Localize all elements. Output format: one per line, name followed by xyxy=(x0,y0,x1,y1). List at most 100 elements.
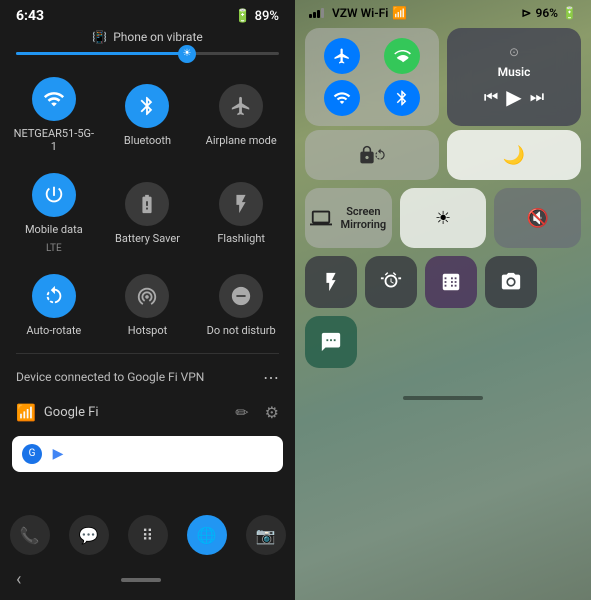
autorotate-label: Auto-rotate xyxy=(26,324,81,337)
android-status-right: 🔋 89% xyxy=(234,9,279,24)
ios-control-center: ⊙ Music ⏮ ▶ ⏭ xyxy=(295,24,591,130)
chrome-icon[interactable]: 🌐 xyxy=(187,515,227,555)
rewind-btn[interactable]: ⏮ xyxy=(484,87,498,107)
signal-bar-3 xyxy=(317,10,320,18)
signal-bar-4 xyxy=(321,8,324,18)
battery-saver-label: Battery Saver xyxy=(115,232,180,245)
bluetooth-label: Bluetooth xyxy=(124,134,171,147)
battery-level: 89% xyxy=(255,9,279,24)
screen-mirroring-btn[interactable]: ScreenMirroring xyxy=(305,188,392,248)
music-title: Music xyxy=(498,65,531,79)
ios-battery: 96% xyxy=(535,6,558,20)
apps-icon[interactable]: ⠿ xyxy=(128,515,168,555)
battery-icon: 🔋 xyxy=(234,9,250,24)
mobile-label: Mobile data xyxy=(25,223,83,236)
music-controls: ⏮ ▶ ⏭ xyxy=(484,85,544,109)
location-icon: ⊳ xyxy=(521,6,531,20)
android-time: 6:43 xyxy=(16,8,44,24)
network-name: Google Fi xyxy=(44,405,99,420)
ios-remote-btn[interactable] xyxy=(305,316,357,368)
ios-carrier: VZW Wi-Fi xyxy=(332,6,388,20)
vpn-text: Device connected to Google Fi VPN xyxy=(16,370,204,384)
ios-camera-btn[interactable] xyxy=(485,256,537,308)
quick-tiles: NETGEAR51-5G-1 Bluetooth Airplane mode xyxy=(0,63,295,349)
vibrate-row: 📳 Phone on vibrate xyxy=(0,30,295,44)
hotspot-icon xyxy=(125,274,169,318)
phone-icon[interactable]: 📞 xyxy=(10,515,50,555)
bottom-bar: ‹ xyxy=(0,563,295,600)
volume-btn[interactable]: 🔇 xyxy=(494,188,581,248)
ios-battery-icon: 🔋 xyxy=(562,6,577,20)
play-btn[interactable]: ▶ xyxy=(506,85,521,109)
tile-flashlight[interactable]: Flashlight xyxy=(195,163,287,261)
vibrate-label: Phone on vibrate xyxy=(113,30,203,44)
divider-1 xyxy=(16,353,279,354)
battery-saver-icon xyxy=(125,182,169,226)
tile-dnd[interactable]: Do not disturb xyxy=(195,264,287,345)
ios-timer-btn[interactable] xyxy=(365,256,417,308)
hotspot-label: Hotspot xyxy=(128,324,167,337)
signal-bars xyxy=(309,8,324,18)
android-status-bar: 6:43 🔋 89% xyxy=(0,0,295,28)
ios-wifi-icon: 📶 xyxy=(392,6,407,20)
mobile-sublabel: LTE xyxy=(46,243,62,254)
tile-battery-saver[interactable]: Battery Saver xyxy=(102,163,194,261)
wifi-btn[interactable] xyxy=(324,80,360,116)
connectivity-card xyxy=(305,28,439,126)
camera-nav-icon[interactable]: 📷 xyxy=(246,515,286,555)
google-icon: G xyxy=(22,444,42,464)
ios-row2: 🌙 xyxy=(295,130,591,180)
portrait-lock-btn[interactable] xyxy=(305,130,439,180)
ios-home-indicator[interactable] xyxy=(403,396,483,400)
airplane-btn[interactable] xyxy=(324,38,360,74)
assistant-icon: ▶ xyxy=(48,444,68,464)
wifi-icon xyxy=(32,77,76,121)
dnd-icon xyxy=(219,274,263,318)
home-indicator[interactable] xyxy=(121,578,161,582)
airplane-label: Airplane mode xyxy=(206,134,277,147)
do-not-disturb-btn[interactable]: 🌙 xyxy=(447,130,581,180)
brightness-thumb[interactable] xyxy=(178,45,196,63)
network-left: 📶 Google Fi xyxy=(16,403,99,422)
cellular-btn[interactable] xyxy=(384,38,420,74)
network-row: 📶 Google Fi ✏ ⚙ xyxy=(0,397,295,428)
back-button[interactable]: ‹ xyxy=(16,569,21,590)
vpn-row: Device connected to Google Fi VPN ⋯ xyxy=(0,358,295,397)
signal-bar-2 xyxy=(313,12,316,18)
ios-panel: VZW Wi-Fi 📶 ⊳ 96% 🔋 xyxy=(295,0,591,600)
ios-calculator-btn[interactable] xyxy=(425,256,477,308)
tile-autorotate[interactable]: Auto-rotate xyxy=(8,264,100,345)
signal-bar-1 xyxy=(309,14,312,18)
brightness-slider[interactable] xyxy=(16,52,279,55)
bluetooth-btn[interactable] xyxy=(384,80,420,116)
android-panel: 6:43 🔋 89% 📳 Phone on vibrate NETGEAR51-… xyxy=(0,0,295,600)
music-card[interactable]: ⊙ Music ⏮ ▶ ⏭ xyxy=(447,28,581,126)
messages-icon[interactable]: 💬 xyxy=(69,515,109,555)
ios-apps-row xyxy=(295,248,591,308)
tile-mobile[interactable]: Mobile data LTE xyxy=(8,163,100,261)
ios-flashlight-btn[interactable] xyxy=(305,256,357,308)
flashlight-label: Flashlight xyxy=(217,232,265,245)
tile-hotspot[interactable]: Hotspot xyxy=(102,264,194,345)
bluetooth-icon xyxy=(125,84,169,128)
ios-extra-row xyxy=(295,308,591,368)
brightness-row[interactable] xyxy=(0,48,295,63)
ios-status-bar: VZW Wi-Fi 📶 ⊳ 96% 🔋 xyxy=(295,0,591,24)
ios-status-right: ⊳ 96% 🔋 xyxy=(521,6,577,20)
settings-icon[interactable]: ⚙ xyxy=(265,403,279,422)
edit-icon[interactable]: ✏ xyxy=(235,403,248,422)
tile-airplane[interactable]: Airplane mode xyxy=(195,67,287,161)
mobile-icon xyxy=(32,173,76,217)
wifi-label: NETGEAR51-5G-1 xyxy=(12,127,96,153)
brightness-fill xyxy=(16,52,187,55)
search-bar[interactable]: G ▶ xyxy=(12,436,283,472)
brightness-btn[interactable]: ☀ xyxy=(400,188,487,248)
vibrate-icon: 📳 xyxy=(92,30,107,44)
network-signal-icon: 📶 xyxy=(16,403,36,422)
fastforward-btn[interactable]: ⏭ xyxy=(530,87,544,107)
dnd-label: Do not disturb xyxy=(207,324,276,337)
airplane-icon xyxy=(219,84,263,128)
tile-bluetooth[interactable]: Bluetooth xyxy=(102,67,194,161)
ios-mirroring-row: ScreenMirroring ☀ 🔇 xyxy=(295,180,591,248)
tile-wifi[interactable]: NETGEAR51-5G-1 xyxy=(8,67,100,161)
